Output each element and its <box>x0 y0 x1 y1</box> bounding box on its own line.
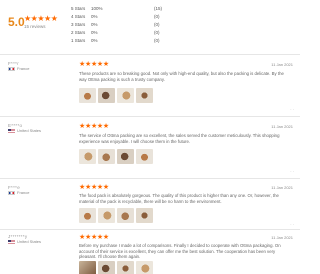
helpful-votes[interactable]: · · <box>290 107 294 112</box>
review-photos <box>79 149 153 164</box>
distribution-row-3[interactable]: 3 Stars 0% (0) <box>71 21 281 29</box>
distribution-row-5[interactable]: 5 Stars 100% (15) <box>71 5 281 13</box>
distribution-row-2[interactable]: 2 Stars 0% (0) <box>71 29 281 37</box>
review-photo-thumbnail[interactable] <box>117 208 134 223</box>
review-stars: ★★★★★ <box>79 234 109 241</box>
review-photo-thumbnail[interactable] <box>136 208 153 223</box>
france-flag-icon <box>8 190 15 196</box>
distribution-label: 4 Stars <box>71 14 86 19</box>
distribution-label: 1 Stars <box>71 38 86 43</box>
review-stars: ★★★★★ <box>79 123 109 130</box>
review-date: 11 Jan 2021 <box>271 185 293 190</box>
rating-distribution: 5 Stars 100% (15) 4 Stars 0% (0) 3 Stars… <box>71 5 281 45</box>
review-date: 11 Jan 2021 <box>271 124 293 129</box>
distribution-label: 3 Stars <box>71 22 86 27</box>
reviewer-country: United States <box>8 128 42 134</box>
helpful-votes[interactable]: · · <box>290 222 294 227</box>
reviewer-country: France <box>8 66 30 72</box>
distribution-percent: 0% <box>91 14 98 19</box>
review-photo-thumbnail[interactable] <box>117 88 134 103</box>
distribution-label: 5 Stars <box>71 6 86 11</box>
united-states-flag-icon <box>8 128 15 134</box>
review-photo-thumbnail[interactable] <box>117 261 134 274</box>
rating-summary: 5.0 ★★★★★ 15 reviews 5 Stars 100% (15) 4… <box>0 0 300 46</box>
country-name: United States <box>17 128 42 133</box>
review-date: 11 Jan 2021 <box>271 235 293 240</box>
helpful-votes[interactable]: · · <box>290 169 294 174</box>
review-photos <box>79 208 153 223</box>
review-photo-thumbnail[interactable] <box>79 261 96 274</box>
review-text: The service of Ottma packing are so exce… <box>79 133 280 144</box>
distribution-percent: 0% <box>91 38 98 43</box>
review-text: Before my purchase I made a lot of compa… <box>79 243 281 260</box>
distribution-row-4[interactable]: 4 Stars 0% (0) <box>71 13 281 21</box>
united-states-flag-icon <box>8 239 15 245</box>
review-photos <box>79 261 153 274</box>
average-score: 5.0 <box>8 15 25 29</box>
distribution-count: (0) <box>154 22 160 27</box>
france-flag-icon <box>8 66 15 72</box>
country-name: United States <box>17 239 42 244</box>
review-item: F***e France ★★★★★ 11 Jan 2021 The food … <box>0 178 300 228</box>
review-item: E****o United States ★★★★★ 11 Jan 2021 T… <box>0 116 300 177</box>
review-stars: ★★★★★ <box>79 61 109 68</box>
distribution-percent: 0% <box>91 30 98 35</box>
review-date: 11 Jan 2021 <box>271 62 293 67</box>
distribution-label: 2 Stars <box>71 30 86 35</box>
distribution-count: (15) <box>154 6 163 11</box>
review-count: 15 reviews <box>24 24 46 29</box>
review-photo-thumbnail[interactable] <box>79 208 96 223</box>
country-name: France <box>17 190 30 195</box>
distribution-count: (0) <box>154 14 160 19</box>
review-photo-thumbnail[interactable] <box>98 261 115 274</box>
distribution-percent: 100% <box>91 6 103 11</box>
average-stars: ★★★★★ <box>24 14 58 23</box>
review-photo-thumbnail[interactable] <box>98 149 115 164</box>
review-photo-thumbnail[interactable] <box>79 149 96 164</box>
review-photo-thumbnail[interactable] <box>98 88 115 103</box>
distribution-percent: 0% <box>91 22 98 27</box>
distribution-count: (0) <box>154 38 160 43</box>
review-item: F***r France ★★★★★ 11 Jan 2021 These pro… <box>0 54 300 115</box>
review-photo-thumbnail[interactable] <box>98 208 115 223</box>
review-item: J*******y United States ★★★★★ 11 Jan 202… <box>0 229 300 274</box>
review-photos <box>79 88 153 103</box>
reviewer-country: France <box>8 190 30 196</box>
review-photo-thumbnail[interactable] <box>79 88 96 103</box>
distribution-row-1[interactable]: 1 Stars 0% (0) <box>71 37 281 45</box>
reviewer-country: United States <box>8 239 42 245</box>
review-photo-thumbnail[interactable] <box>136 149 153 164</box>
review-stars: ★★★★★ <box>79 184 109 191</box>
review-photo-thumbnail[interactable] <box>117 149 134 164</box>
country-name: France <box>17 66 30 71</box>
review-photo-thumbnail[interactable] <box>136 261 153 274</box>
distribution-count: (0) <box>154 30 160 35</box>
review-photo-thumbnail[interactable] <box>136 88 153 103</box>
review-text: These products are so breaking good. Not… <box>79 71 284 82</box>
review-text: The food pack is absolutely gorgeous. Th… <box>79 193 279 204</box>
